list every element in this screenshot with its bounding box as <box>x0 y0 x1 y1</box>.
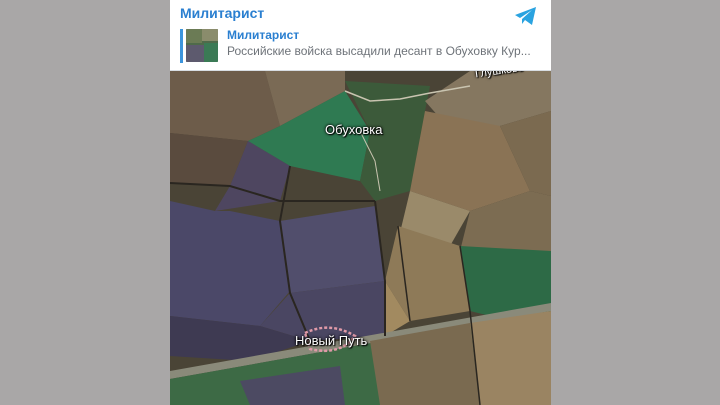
map-label-obukhovka: Обуховка <box>325 122 383 137</box>
channel-title[interactable]: Милитарист <box>180 5 264 21</box>
satellite-map-image: Обуховка Новый Путь Глушково <box>170 71 551 405</box>
map-label-novyi-put: Новый Путь <box>295 333 368 348</box>
telegram-post-window: Милитарист Милитарист Российские войска … <box>170 0 551 405</box>
telegram-icon[interactable] <box>514 6 538 26</box>
reply-channel-title[interactable]: Милитарист <box>227 28 299 42</box>
reply-preview-text[interactable]: Российские войска высадили десант в Обух… <box>227 44 539 58</box>
reply-accent-bar <box>180 29 183 63</box>
post-header: Милитарист Милитарист Российские войска … <box>170 0 551 71</box>
reply-map-thumbnail[interactable] <box>186 29 218 62</box>
